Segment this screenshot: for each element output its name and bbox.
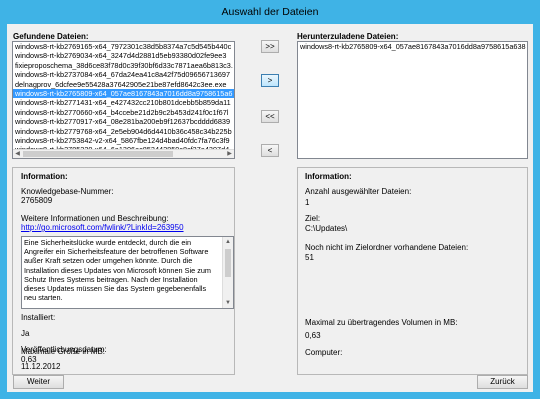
more-info-link[interactable]: http://go.microsoft.com/fwlink/?LinkId=2… [21, 223, 184, 232]
found-file-item[interactable]: windows8-rt-kb2770660-x64_b4ccebe21d2b9c… [13, 108, 234, 117]
target-label: Ziel: [305, 214, 321, 223]
scroll-right-icon[interactable]: ▶ [225, 150, 234, 158]
scroll-thumb[interactable] [225, 249, 231, 277]
kb-value: 2765809 [21, 196, 53, 205]
missing-files-label: Noch nicht im Zielordner vorhandene Date… [305, 243, 469, 252]
scroll-thumb[interactable] [23, 151, 173, 157]
target-value: C:\Updates\ [305, 224, 348, 233]
dialog-client-area: Gefundene Dateien: windows8-rt-kb2769165… [7, 24, 533, 392]
add-all-button[interactable]: >> [261, 40, 279, 53]
remove-button[interactable]: < [261, 144, 279, 157]
computer-label: Computer: [305, 348, 343, 357]
description-text: Eine Sicherheitslücke wurde entdeckt, du… [24, 238, 211, 303]
title-bar: Auswahl der Dateien [0, 0, 540, 24]
max-volume-label: Maximal zu übertragendes Volumen in MB: [305, 318, 458, 327]
missing-files-value: 51 [305, 253, 314, 262]
description-box[interactable]: Eine Sicherheitslücke wurde entdeckt, du… [21, 236, 234, 309]
kb-label: Knowledgebase-Nummer: [21, 187, 114, 196]
download-files-list[interactable]: windows8-rt-kb2765809-x64_057ae8167843a7… [297, 41, 528, 159]
found-file-item[interactable]: windows8-rt-kb2770917-x64_08e281ba200eb9… [13, 117, 234, 126]
found-files-list[interactable]: windows8-rt-kb2769165-x64_7972301c38d5b8… [12, 41, 235, 159]
found-file-item[interactable]: windows8-rt-kb2779768-x64_2e5eb904d6d441… [13, 127, 234, 136]
scroll-left-icon[interactable]: ◀ [13, 150, 22, 158]
description-vscrollbar[interactable]: ▲ ▼ [222, 237, 233, 308]
add-button[interactable]: > [261, 74, 279, 87]
installed-label: Installiert: [21, 313, 56, 322]
found-file-item[interactable]: windows8-rt-kb2765809-x64_057ae8167843a7… [13, 88, 234, 99]
right-info-panel [297, 167, 528, 375]
selected-count-value: 1 [305, 198, 310, 207]
found-file-item[interactable]: delnagprov_6dcfee9e55428a37642905e21be87… [13, 80, 234, 89]
found-file-item[interactable]: windows8-rt-kb2769165-x64_7972301c38d5b8… [13, 42, 234, 51]
next-button[interactable]: Weiter [13, 375, 64, 389]
scroll-down-icon[interactable]: ▼ [223, 298, 233, 308]
remove-all-button[interactable]: << [261, 110, 279, 123]
installed-value: Ja [21, 329, 30, 338]
max-size-value: 0,63 [21, 355, 37, 364]
right-info-heading: Information: [305, 172, 352, 181]
found-files-hscrollbar[interactable]: ◀ ▶ [13, 149, 234, 158]
found-file-item[interactable]: fixieproposchema_38d6ce83f78d0c39f30bf6d… [13, 61, 234, 70]
found-file-item[interactable]: windows8-rt-kb2769034-x64_3247d4d2881d5e… [13, 51, 234, 60]
download-files-label: Herunterzuladene Dateien: [297, 32, 399, 41]
download-file-item[interactable]: windows8-rt-kb2765809-x64_057ae8167843a7… [298, 42, 527, 51]
left-info-heading: Information: [21, 172, 68, 181]
found-files-label: Gefundene Dateien: [13, 32, 89, 41]
found-file-item[interactable]: windows8-rt-kb2753842-v2-x64_5867fbe124d… [13, 136, 234, 145]
max-volume-value: 0,63 [305, 331, 321, 340]
window-title: Auswahl der Dateien [221, 6, 319, 18]
scroll-up-icon[interactable]: ▲ [223, 237, 233, 247]
found-file-item[interactable]: windows8-rt-kb2737084-x64_67da24ea41c8a4… [13, 70, 234, 79]
found-file-item[interactable]: windows8-rt-kb2771431-x64_e427432cc210b8… [13, 98, 234, 107]
more-info-label: Weitere Informationen und Beschreibung: [21, 214, 169, 223]
back-button[interactable]: Zurück [477, 375, 528, 389]
selected-count-label: Anzahl ausgewählter Dateien: [305, 187, 412, 196]
download-files-rows: windows8-rt-kb2765809-x64_057ae8167843a7… [298, 42, 527, 51]
found-files-rows: windows8-rt-kb2769165-x64_7972301c38d5b8… [13, 42, 234, 158]
